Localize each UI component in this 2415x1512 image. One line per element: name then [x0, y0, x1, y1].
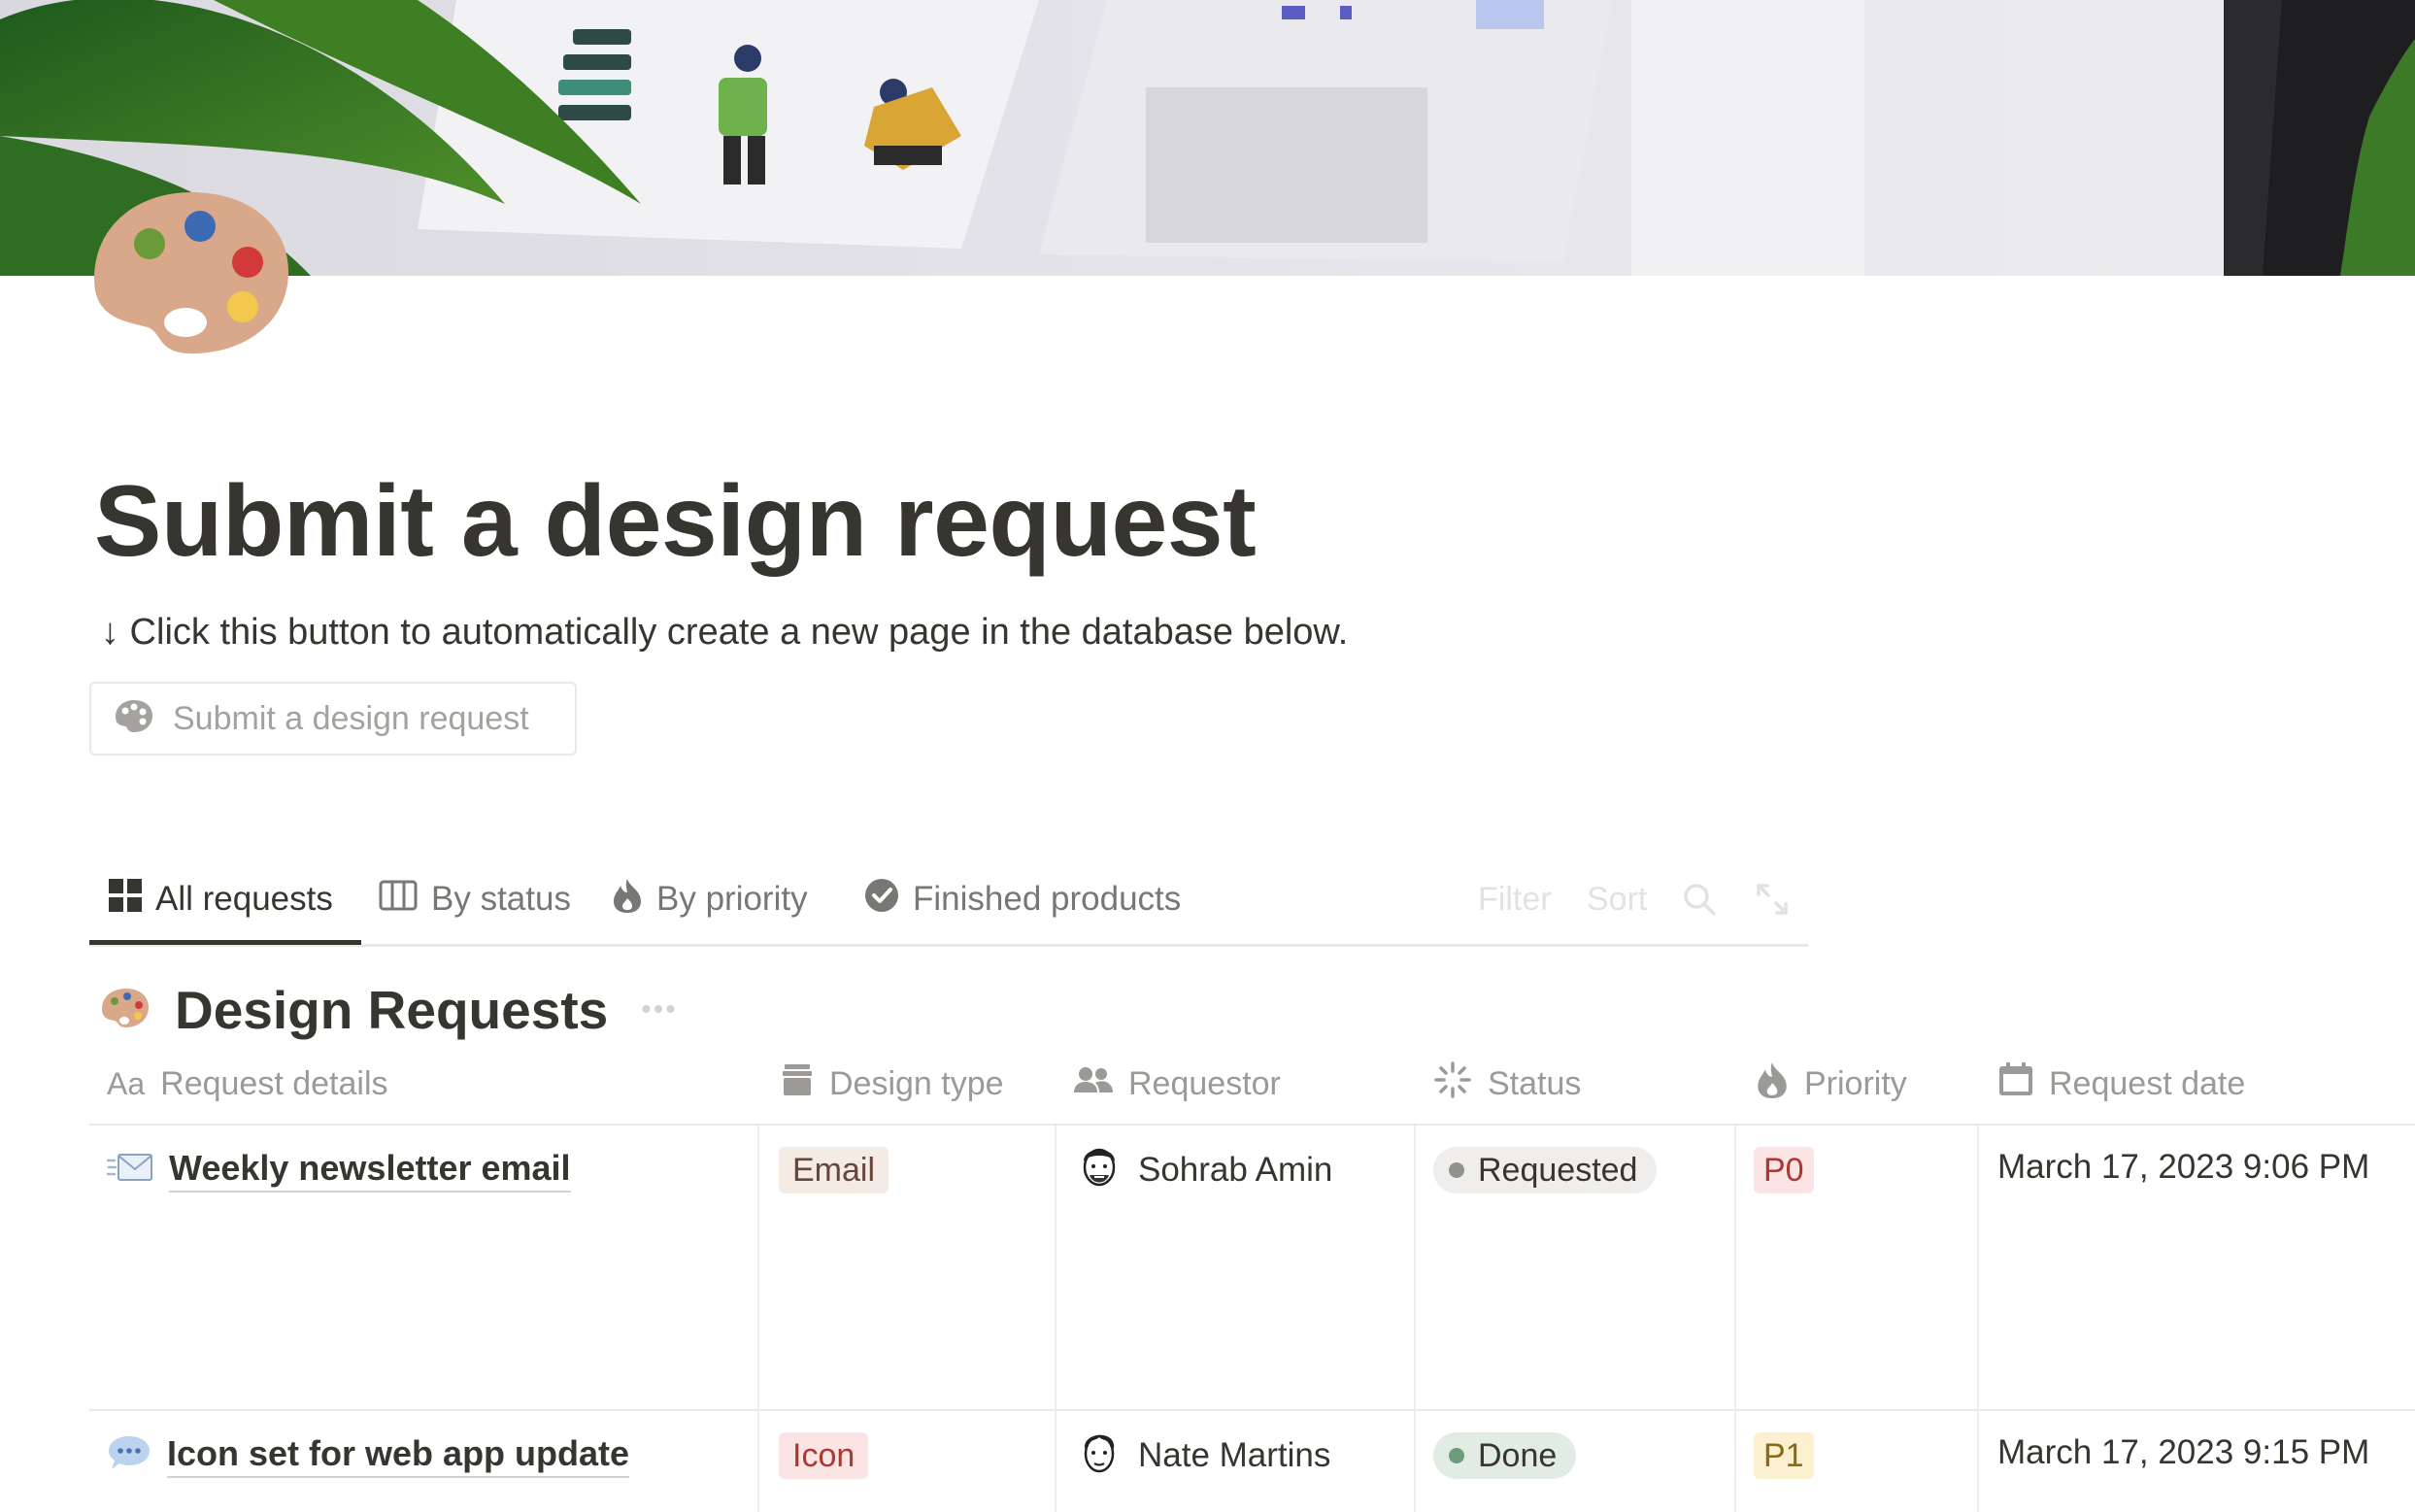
submit-button-label: Submit a design request: [173, 699, 529, 737]
loading-icon: [1433, 1060, 1472, 1108]
column-request-details[interactable]: Aa Request details: [107, 1055, 388, 1113]
tab-by-status[interactable]: By status: [379, 855, 571, 944]
column-divider: [1977, 1126, 1979, 1512]
more-options-icon[interactable]: •••: [641, 993, 678, 1026]
fire-icon: [612, 877, 643, 923]
grid-icon: [109, 878, 142, 921]
tab-all-requests[interactable]: All requests: [109, 855, 333, 944]
request-date-cell[interactable]: March 17, 2023 9:15 PM: [1997, 1426, 2369, 1480]
tab-label: All requests: [155, 880, 333, 918]
design-type-tag: Email: [779, 1147, 889, 1193]
column-divider: [757, 1126, 759, 1512]
requestor-name: Nate Martins: [1138, 1436, 1331, 1474]
request-title[interactable]: Weekly newsletter email: [169, 1146, 571, 1193]
status-badge: Done: [1433, 1432, 1577, 1479]
active-tab-indicator: [89, 940, 361, 945]
request-details-cell[interactable]: Icon set for web app update: [107, 1428, 630, 1482]
tab-finished-products[interactable]: Finished products: [864, 855, 1181, 944]
design-type-cell[interactable]: Icon: [779, 1429, 869, 1482]
avatar: [1078, 1428, 1121, 1485]
sort-button[interactable]: Sort: [1587, 855, 1647, 944]
database-title[interactable]: Design Requests: [175, 979, 608, 1041]
page-hint: ↓ Click this button to automatically cre…: [101, 612, 1349, 653]
filter-button[interactable]: Filter: [1478, 855, 1552, 944]
tab-label: By priority: [656, 880, 808, 918]
status-badge: Requested: [1433, 1147, 1658, 1193]
text-aa-icon: Aa: [107, 1065, 146, 1101]
status-cell[interactable]: Requested: [1433, 1144, 1658, 1196]
column-status[interactable]: Status: [1433, 1055, 1581, 1113]
column-requestor[interactable]: Requestor: [1074, 1055, 1281, 1113]
tab-by-priority[interactable]: By priority: [612, 855, 808, 944]
speech-bubble-icon: [107, 1433, 151, 1477]
status-label: Done: [1478, 1437, 1558, 1474]
board-icon: [379, 880, 418, 920]
avatar: [1078, 1142, 1121, 1199]
header-divider: [89, 1124, 2415, 1126]
request-date-cell[interactable]: March 17, 2023 9:06 PM: [1997, 1140, 2369, 1194]
tab-label: Finished products: [913, 880, 1182, 918]
column-label: Priority: [1804, 1064, 1907, 1102]
column-label: Request details: [160, 1064, 388, 1102]
requestor-cell[interactable]: Nate Martins: [1078, 1428, 1330, 1484]
palette-icon[interactable]: [89, 186, 293, 357]
request-details-cell[interactable]: Weekly newsletter email: [105, 1142, 571, 1196]
status-dot: [1449, 1162, 1464, 1178]
column-design-type[interactable]: Design type: [781, 1055, 1004, 1113]
row-divider: [89, 1409, 2415, 1411]
status-cell[interactable]: Done: [1433, 1429, 1577, 1482]
priority-cell[interactable]: P1: [1754, 1429, 1814, 1482]
column-priority[interactable]: Priority: [1756, 1055, 1907, 1113]
search-icon[interactable]: [1682, 855, 1717, 944]
priority-cell[interactable]: P0: [1754, 1144, 1814, 1196]
status-label: Requested: [1478, 1152, 1638, 1189]
column-label: Design type: [829, 1064, 1004, 1102]
cover-image: [0, 0, 2415, 276]
submit-design-request-button[interactable]: Submit a design request: [89, 682, 577, 756]
request-title[interactable]: Icon set for web app update: [167, 1431, 630, 1478]
fire-icon: [1756, 1060, 1789, 1108]
tab-label: By status: [431, 880, 571, 918]
design-type-tag: Icon: [779, 1432, 869, 1479]
calendar-icon: [1998, 1061, 2033, 1106]
priority-tag: P0: [1754, 1147, 1814, 1193]
expand-icon[interactable]: [1756, 855, 1789, 944]
column-request-date[interactable]: Request date: [1998, 1055, 2245, 1113]
database-header: Design Requests •••: [101, 971, 678, 1049]
requestor-cell[interactable]: Sohrab Amin: [1078, 1142, 1332, 1198]
column-label: Requestor: [1128, 1064, 1281, 1102]
column-divider: [1055, 1126, 1057, 1512]
palette-icon: [101, 987, 150, 1034]
column-label: Request date: [2049, 1064, 2246, 1102]
envelope-icon: [105, 1151, 153, 1189]
requestor-name: Sohrab Amin: [1138, 1151, 1333, 1189]
page-title: Submit a design request: [94, 465, 1257, 578]
people-icon: [1074, 1065, 1113, 1103]
column-divider: [1734, 1126, 1736, 1512]
priority-tag: P1: [1754, 1432, 1814, 1479]
archive-icon: [781, 1063, 814, 1105]
palette-icon: [115, 699, 153, 739]
status-dot: [1449, 1448, 1464, 1463]
design-type-cell[interactable]: Email: [779, 1144, 889, 1196]
column-divider: [1414, 1126, 1416, 1512]
column-label: Status: [1488, 1064, 1582, 1102]
view-tabs: All requests By status By priority Finis…: [89, 855, 1808, 947]
check-circle-icon: [864, 878, 899, 922]
